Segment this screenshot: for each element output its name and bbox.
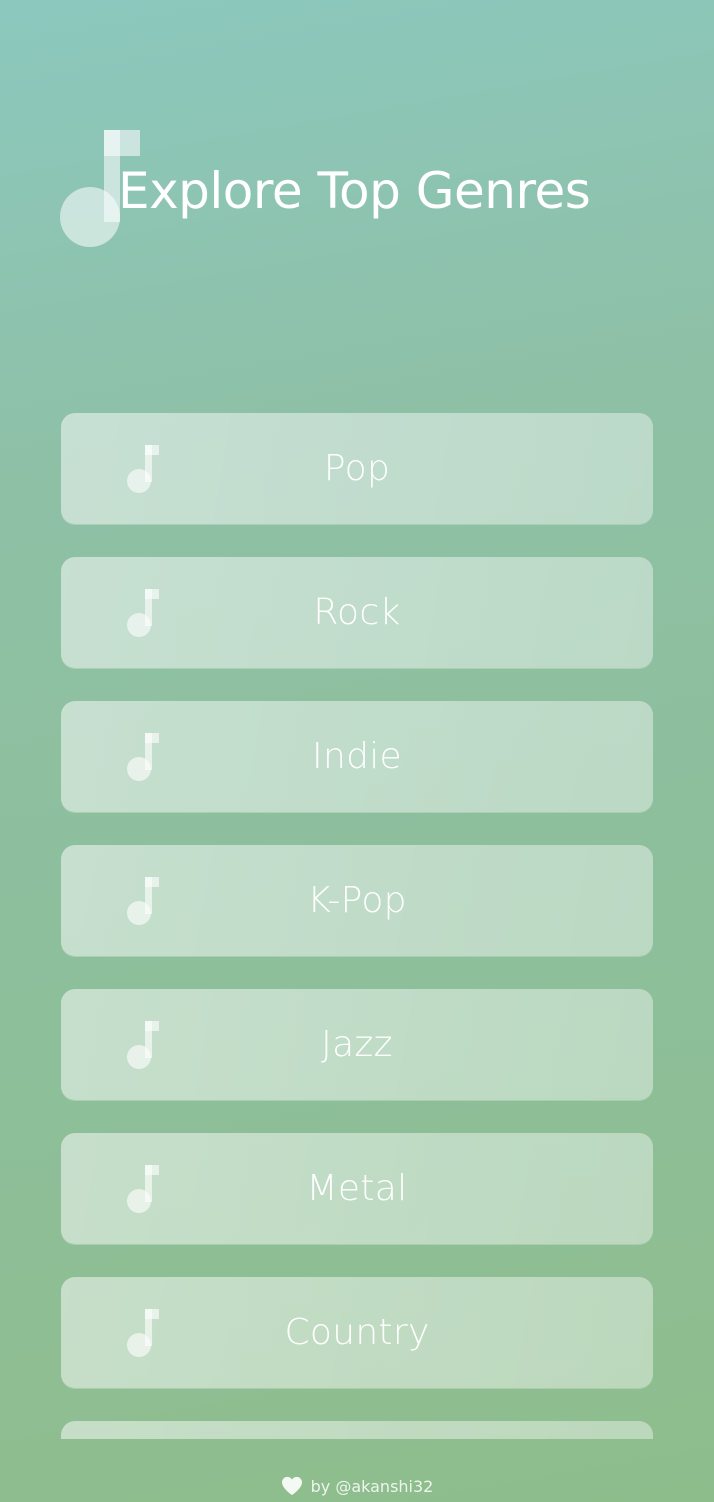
page-title: Explore Top Genres [118,162,591,220]
genre-label: K-Pop [307,880,407,921]
genre-item-metal[interactable]: Metal [61,1133,653,1244]
genre-label: Pop [323,448,391,489]
genre-label: Indie [312,736,402,777]
genre-label: Rock [313,592,401,633]
genre-item-rock[interactable]: Rock [61,557,653,668]
genre-item-jazz[interactable]: Jazz [61,989,653,1100]
genre-label: Metal [306,1168,408,1209]
genre-label [61,1421,653,1439]
genre-item-partial[interactable] [61,1421,653,1439]
page-header: Explore Top Genres [60,128,680,252]
footer: by @akanshi32 [0,1476,714,1502]
genre-label: Jazz [321,1024,393,1065]
heart-icon [281,1476,302,1496]
footer-credit[interactable]: by @akanshi32 [311,1477,434,1496]
genre-label: Country [284,1312,430,1353]
genre-item-indie[interactable]: Indie [61,701,653,812]
genre-item-country[interactable]: Country [61,1277,653,1388]
genre-item-kpop[interactable]: K-Pop [61,845,653,956]
genre-item-pop[interactable]: Pop [61,413,653,524]
genre-list[interactable]: Pop Rock Indie K-Pop Jazz Metal Country [61,413,653,1439]
